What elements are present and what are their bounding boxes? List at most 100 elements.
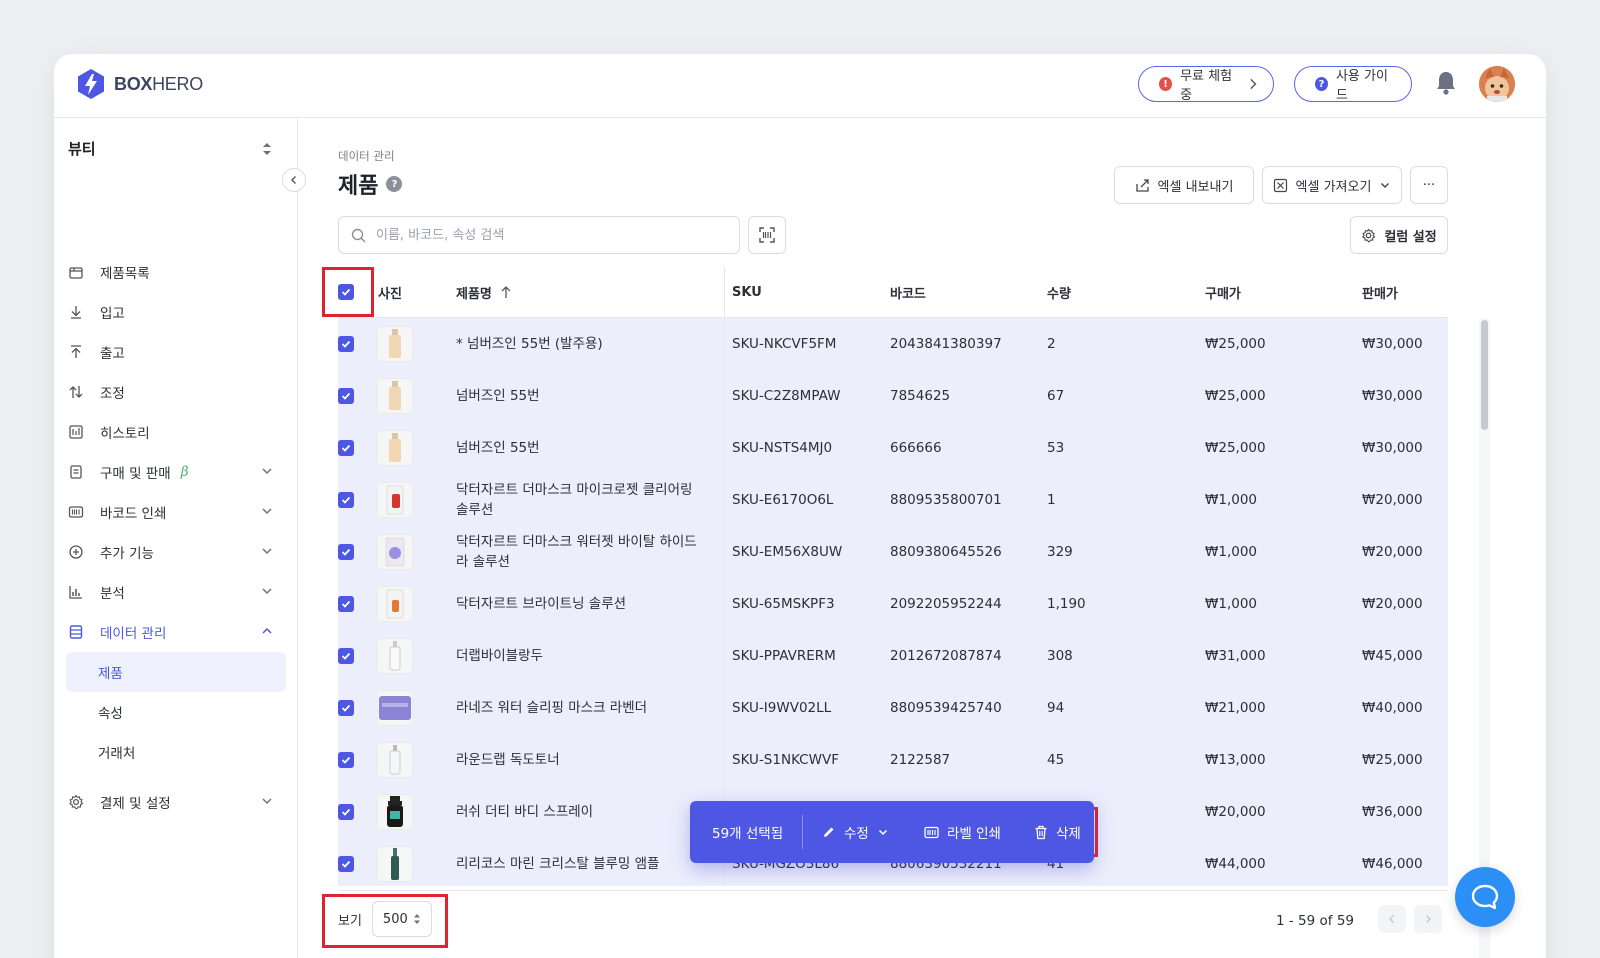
product-thumbnail[interactable] [377, 742, 413, 778]
sidebar-item-outbound[interactable]: 출고 [66, 332, 286, 372]
sidebar-item-data-management[interactable]: 데이터 관리 [66, 612, 286, 652]
product-thumbnail[interactable] [377, 378, 413, 414]
check-icon [341, 288, 351, 296]
sidebar-collapse-button[interactable] [282, 168, 306, 192]
column-header-barcode[interactable]: 바코드 [890, 266, 926, 318]
barcode-cell: 7854625 [890, 388, 951, 404]
sidebar-item-purchase-sales[interactable]: 구매 및 판매 β [66, 452, 286, 492]
column-header-sale-price[interactable]: 판매가 [1362, 266, 1398, 318]
user-guide-button[interactable]: ? 사용 가이드 [1294, 66, 1412, 103]
row-checkbox[interactable] [338, 596, 354, 612]
sidebar-subitem-products[interactable]: 제품 [66, 652, 286, 692]
chevron-up-icon [262, 627, 272, 634]
table-row[interactable]: 닥터자르트 브라이트닝 솔루션 SKU-65MSKPF3 2092205952244… [338, 578, 1448, 630]
user-avatar[interactable] [1479, 66, 1515, 102]
table-row[interactable]: 닥터자르트 더마스크 워터젯 바이탈 하이드라 솔루션 SKU-EM56X8UW 8… [338, 526, 1448, 578]
product-thumbnail[interactable] [377, 534, 413, 570]
search-input[interactable] [376, 227, 716, 243]
sort-updown-icon [413, 914, 420, 924]
row-checkbox[interactable] [338, 544, 354, 560]
product-thumbnail[interactable] [377, 638, 413, 674]
next-page-button[interactable] [1414, 905, 1442, 933]
barcode-cell: 2092205952244 [890, 596, 1002, 612]
sale-price-cell: ₩20,000 [1362, 544, 1423, 560]
table-row[interactable]: 넘버즈인 55번 SKU-C2Z8MPAW 7854625 67 ₩25,000 ₩30,… [338, 370, 1448, 422]
chevron-right-icon [1249, 78, 1257, 90]
sidebar-item-billing-settings[interactable]: 결제 및 설정 [66, 782, 286, 822]
select-all-checkbox[interactable] [338, 284, 354, 300]
sale-price-cell: ₩40,000 [1362, 700, 1423, 716]
row-checkbox[interactable] [338, 752, 354, 768]
sidebar-item-label: 데이터 관리 [100, 626, 167, 642]
column-header-purchase-price[interactable]: 구매가 [1205, 266, 1241, 318]
row-checkbox[interactable] [338, 336, 354, 352]
product-name-cell: 러쉬 더티 바디 스프레이 [456, 804, 594, 820]
product-thumbnail[interactable] [377, 326, 413, 362]
photo-cell [377, 682, 413, 734]
chevron-down-icon [878, 829, 887, 836]
column-settings-button[interactable]: 컬럼 설정 [1350, 216, 1448, 254]
product-name-cell: 닥터자르트 더마스크 마이크로젯 클리어링 솔루션 [456, 482, 693, 518]
product-thumbnail[interactable] [377, 430, 413, 466]
row-checkbox[interactable] [338, 440, 354, 456]
page-size-select[interactable]: 500 [371, 901, 432, 937]
row-checkbox[interactable] [338, 388, 354, 404]
sidebar-item-barcode-print[interactable]: 바코드 인쇄 [66, 492, 286, 532]
product-thumbnail[interactable] [377, 690, 413, 726]
photo-cell [377, 422, 413, 474]
row-checkbox[interactable] [338, 648, 354, 664]
alert-dot-icon: ! [1159, 77, 1173, 91]
row-checkbox[interactable] [338, 804, 354, 820]
workspace-selector[interactable]: 뷰티 [68, 138, 272, 159]
row-checkbox[interactable] [338, 700, 354, 716]
table-row[interactable]: 더랩바이블랑두 SKU-PPAVRERM 2012672087874 308 ₩31,0… [338, 630, 1448, 682]
breadcrumb[interactable]: 데이터 관리 [338, 148, 395, 164]
swap-icon [68, 384, 84, 400]
boxhero-logo[interactable]: BOXHERO [76, 68, 203, 100]
sidebar-subitem-attributes[interactable]: 속성 [66, 692, 286, 732]
bell-icon[interactable] [1435, 70, 1457, 96]
product-thumbnail[interactable] [377, 482, 413, 518]
sidebar-item-history[interactable]: 히스토리 [66, 412, 286, 452]
table-footer: 보기 500 1 - 59 of 59 [338, 890, 1448, 948]
barcode-scan-button[interactable] [748, 216, 786, 254]
sidebar: 뷰티 제품목록 입고 출고 조정 히스토리 구매 및 판매 β 바코드 인쇄 추… [54, 118, 298, 958]
user-guide-label: 사용 가이드 [1335, 69, 1388, 103]
bulk-edit-button[interactable]: 수정 [822, 801, 889, 863]
product-thumbnail[interactable] [377, 846, 413, 882]
table-row[interactable]: 라네즈 워터 슬리핑 마스크 라벤더 SKU-I9WV02LL 8809539425… [338, 682, 1448, 734]
column-header-sku[interactable]: SKU [732, 266, 762, 318]
excel-export-label: 엑셀 내보내기 [1157, 179, 1234, 195]
excel-export-button[interactable]: 엑셀 내보내기 [1114, 166, 1254, 204]
table-row[interactable]: 닥터자르트 더마스크 마이크로젯 클리어링 솔루션 SKU-E6170O6L 880… [338, 474, 1448, 526]
bulk-delete-button[interactable]: 삭제 [1034, 801, 1081, 863]
beta-badge: β [180, 464, 189, 480]
prev-page-button[interactable] [1378, 905, 1406, 933]
table-row[interactable]: 넘버즈인 55번 SKU-NSTS4MJ0 666666 53 ₩25,000 ₩30,0… [338, 422, 1448, 474]
sidebar-item-inbound[interactable]: 입고 [66, 292, 286, 332]
column-header-qty[interactable]: 수량 [1047, 266, 1071, 318]
excel-import-button[interactable]: 엑셀 가져오기 [1262, 166, 1402, 204]
more-options-button[interactable]: ··· [1410, 166, 1448, 204]
sidebar-item-analytics[interactable]: 분석 [66, 572, 286, 612]
sidebar-item-products[interactable]: 제품목록 [66, 252, 286, 292]
bulk-label-print-button[interactable]: 라벨 인쇄 [924, 801, 1001, 863]
table-row[interactable]: 라운드랩 독도토너 SKU-S1NKCWVF 2122587 45 ₩13,000 ₩25… [338, 734, 1448, 786]
chat-support-button[interactable] [1455, 867, 1515, 927]
help-icon[interactable]: ? [386, 176, 403, 192]
sidebar-item-extra-features[interactable]: 추가 기능 [66, 532, 286, 572]
product-thumbnail[interactable] [377, 586, 413, 622]
sidebar-item-adjust[interactable]: 조정 [66, 372, 286, 412]
free-trial-button[interactable]: ! 무료 체험중 [1138, 66, 1274, 103]
chevron-down-icon [262, 548, 272, 555]
chevron-down-icon [1381, 183, 1390, 188]
sidebar-subitem-partners[interactable]: 거래처 [66, 732, 286, 772]
sidebar-item-label: 히스토리 [100, 426, 150, 442]
row-checkbox[interactable] [338, 492, 354, 508]
column-header-name[interactable]: 제품명 [456, 266, 512, 318]
product-thumbnail[interactable] [377, 794, 413, 830]
table-row[interactable]: * 넘버즈인 55번 (발주용) SKU-NKCVF5FM 204384138039… [338, 318, 1448, 370]
row-checkbox[interactable] [338, 856, 354, 872]
vertical-scrollbar[interactable] [1481, 320, 1488, 430]
photo-cell [377, 578, 413, 630]
